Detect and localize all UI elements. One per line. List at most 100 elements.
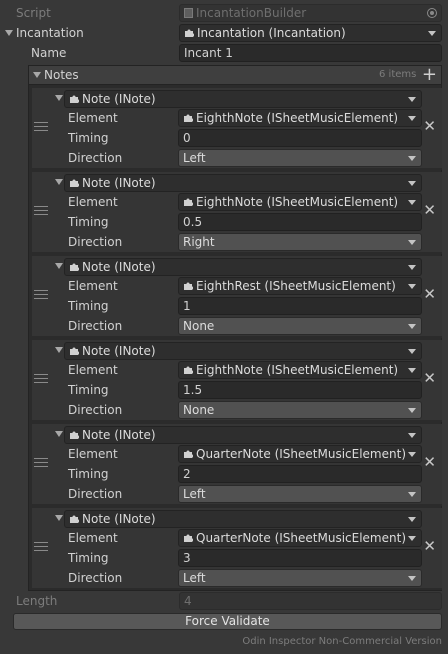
- script-label: Script: [16, 6, 51, 20]
- chevron-down-icon: [408, 284, 416, 289]
- note-foldout-arrow[interactable]: [55, 263, 63, 269]
- puzzle-piece-icon: [183, 365, 193, 375]
- direction-dropdown[interactable]: Left: [178, 485, 422, 503]
- note-type-dropdown[interactable]: Note (INote): [64, 174, 422, 192]
- note-foldout-arrow[interactable]: [55, 431, 63, 437]
- timing-input[interactable]: 1.5: [178, 381, 422, 399]
- note-type-dropdown[interactable]: Note (INote): [64, 90, 422, 108]
- timing-label: Timing: [68, 551, 109, 565]
- timing-input[interactable]: 0.5: [178, 213, 422, 231]
- element-dropdown[interactable]: EighthRest (ISheetMusicElement): [178, 277, 422, 295]
- timing-input[interactable]: 3: [178, 549, 422, 567]
- chevron-down-icon: [408, 324, 416, 329]
- chevron-down-icon: [408, 408, 416, 413]
- direction-label: Direction: [68, 319, 123, 333]
- note-list-item: Note (INote) Element EighthRest (ISheetM…: [32, 256, 442, 338]
- drag-handle-icon[interactable]: [34, 542, 48, 551]
- note-list-item: Note (INote) Element EighthNote (ISheetM…: [32, 88, 442, 170]
- object-picker-icon[interactable]: [427, 8, 437, 18]
- note-type-dropdown[interactable]: Note (INote): [64, 258, 422, 276]
- direction-label: Direction: [68, 487, 123, 501]
- note-foldout-arrow[interactable]: [55, 515, 63, 521]
- note-foldout-arrow[interactable]: [55, 95, 63, 101]
- note-type-value: Note (INote): [82, 344, 156, 358]
- incantation-label: Incantation: [16, 26, 84, 40]
- chevron-down-icon: [408, 368, 416, 373]
- direction-dropdown[interactable]: Left: [178, 149, 422, 167]
- chevron-down-icon: [408, 200, 416, 205]
- close-icon[interactable]: ✕: [423, 118, 436, 134]
- notes-header[interactable]: Notes 6 items +: [28, 65, 442, 85]
- direction-value: None: [183, 403, 215, 417]
- note-type-value: Note (INote): [82, 512, 156, 526]
- incantation-dropdown[interactable]: Incantation (Incantation): [179, 24, 442, 42]
- element-dropdown[interactable]: QuarterNote (ISheetMusicElement): [178, 529, 422, 547]
- direction-dropdown[interactable]: Right: [178, 233, 422, 251]
- chevron-down-icon: [408, 181, 416, 186]
- element-label: Element: [68, 195, 118, 209]
- direction-dropdown[interactable]: None: [178, 401, 422, 419]
- direction-dropdown[interactable]: Left: [178, 569, 422, 587]
- puzzle-piece-icon: [69, 94, 79, 104]
- name-input[interactable]: Incant 1: [179, 44, 442, 62]
- script-file-icon: [184, 8, 193, 18]
- direction-value: Left: [183, 151, 206, 165]
- element-dropdown[interactable]: QuarterNote (ISheetMusicElement): [178, 445, 422, 463]
- element-value: EighthNote (ISheetMusicElement): [196, 111, 399, 125]
- element-value: QuarterNote (ISheetMusicElement): [196, 531, 406, 545]
- chevron-down-icon: [428, 31, 436, 36]
- timing-input[interactable]: 2: [178, 465, 422, 483]
- note-type-dropdown[interactable]: Note (INote): [64, 426, 422, 444]
- chevron-down-icon: [408, 576, 416, 581]
- note-foldout-arrow[interactable]: [55, 347, 63, 353]
- note-type-value: Note (INote): [82, 92, 156, 106]
- element-dropdown[interactable]: EighthNote (ISheetMusicElement): [178, 361, 422, 379]
- incantation-foldout-arrow[interactable]: [5, 30, 13, 36]
- timing-label: Timing: [68, 299, 109, 313]
- timing-input[interactable]: 1: [178, 297, 422, 315]
- direction-label: Direction: [68, 571, 123, 585]
- puzzle-piece-icon: [69, 514, 79, 524]
- note-foldout-arrow[interactable]: [55, 179, 63, 185]
- note-list-item: Note (INote) Element EighthNote (ISheetM…: [32, 340, 442, 422]
- note-type-dropdown[interactable]: Note (INote): [64, 510, 422, 528]
- element-label: Element: [68, 111, 118, 125]
- close-icon[interactable]: ✕: [423, 202, 436, 218]
- note-list-item: Note (INote) Element QuarterNote (ISheet…: [32, 424, 442, 506]
- drag-handle-icon[interactable]: [34, 290, 48, 299]
- direction-dropdown[interactable]: None: [178, 317, 422, 335]
- direction-label: Direction: [68, 235, 123, 249]
- drag-handle-icon[interactable]: [34, 122, 48, 131]
- force-validate-button[interactable]: Force Validate: [13, 613, 442, 630]
- puzzle-piece-icon: [183, 113, 193, 123]
- script-value: IncantationBuilder: [196, 6, 307, 20]
- notes-foldout-arrow[interactable]: [33, 72, 41, 78]
- element-dropdown[interactable]: EighthNote (ISheetMusicElement): [178, 193, 422, 211]
- plus-icon[interactable]: +: [422, 66, 437, 84]
- chevron-down-icon: [408, 116, 416, 121]
- puzzle-piece-icon: [69, 178, 79, 188]
- drag-handle-icon[interactable]: [34, 374, 48, 383]
- odin-footer: Odin Inspector Non-Commercial Version: [242, 636, 442, 647]
- puzzle-piece-icon: [183, 197, 193, 207]
- drag-handle-icon[interactable]: [34, 206, 48, 215]
- element-dropdown[interactable]: EighthNote (ISheetMusicElement): [178, 109, 422, 127]
- incantation-value: Incantation (Incantation): [197, 26, 346, 40]
- puzzle-piece-icon: [183, 449, 193, 459]
- note-type-dropdown[interactable]: Note (INote): [64, 342, 422, 360]
- close-icon[interactable]: ✕: [423, 454, 436, 470]
- notes-count: 6 items: [379, 69, 417, 80]
- direction-value: Left: [183, 487, 206, 501]
- timing-label: Timing: [68, 131, 109, 145]
- drag-handle-icon[interactable]: [34, 458, 48, 467]
- timing-label: Timing: [68, 215, 109, 229]
- timing-label: Timing: [68, 383, 109, 397]
- element-value: QuarterNote (ISheetMusicElement): [196, 447, 406, 461]
- notes-label: Notes: [44, 68, 79, 82]
- close-icon[interactable]: ✕: [423, 370, 436, 386]
- timing-input[interactable]: 0: [178, 129, 422, 147]
- close-icon[interactable]: ✕: [423, 286, 436, 302]
- chevron-down-icon: [408, 265, 416, 270]
- direction-value: Right: [183, 235, 215, 249]
- close-icon[interactable]: ✕: [423, 538, 436, 554]
